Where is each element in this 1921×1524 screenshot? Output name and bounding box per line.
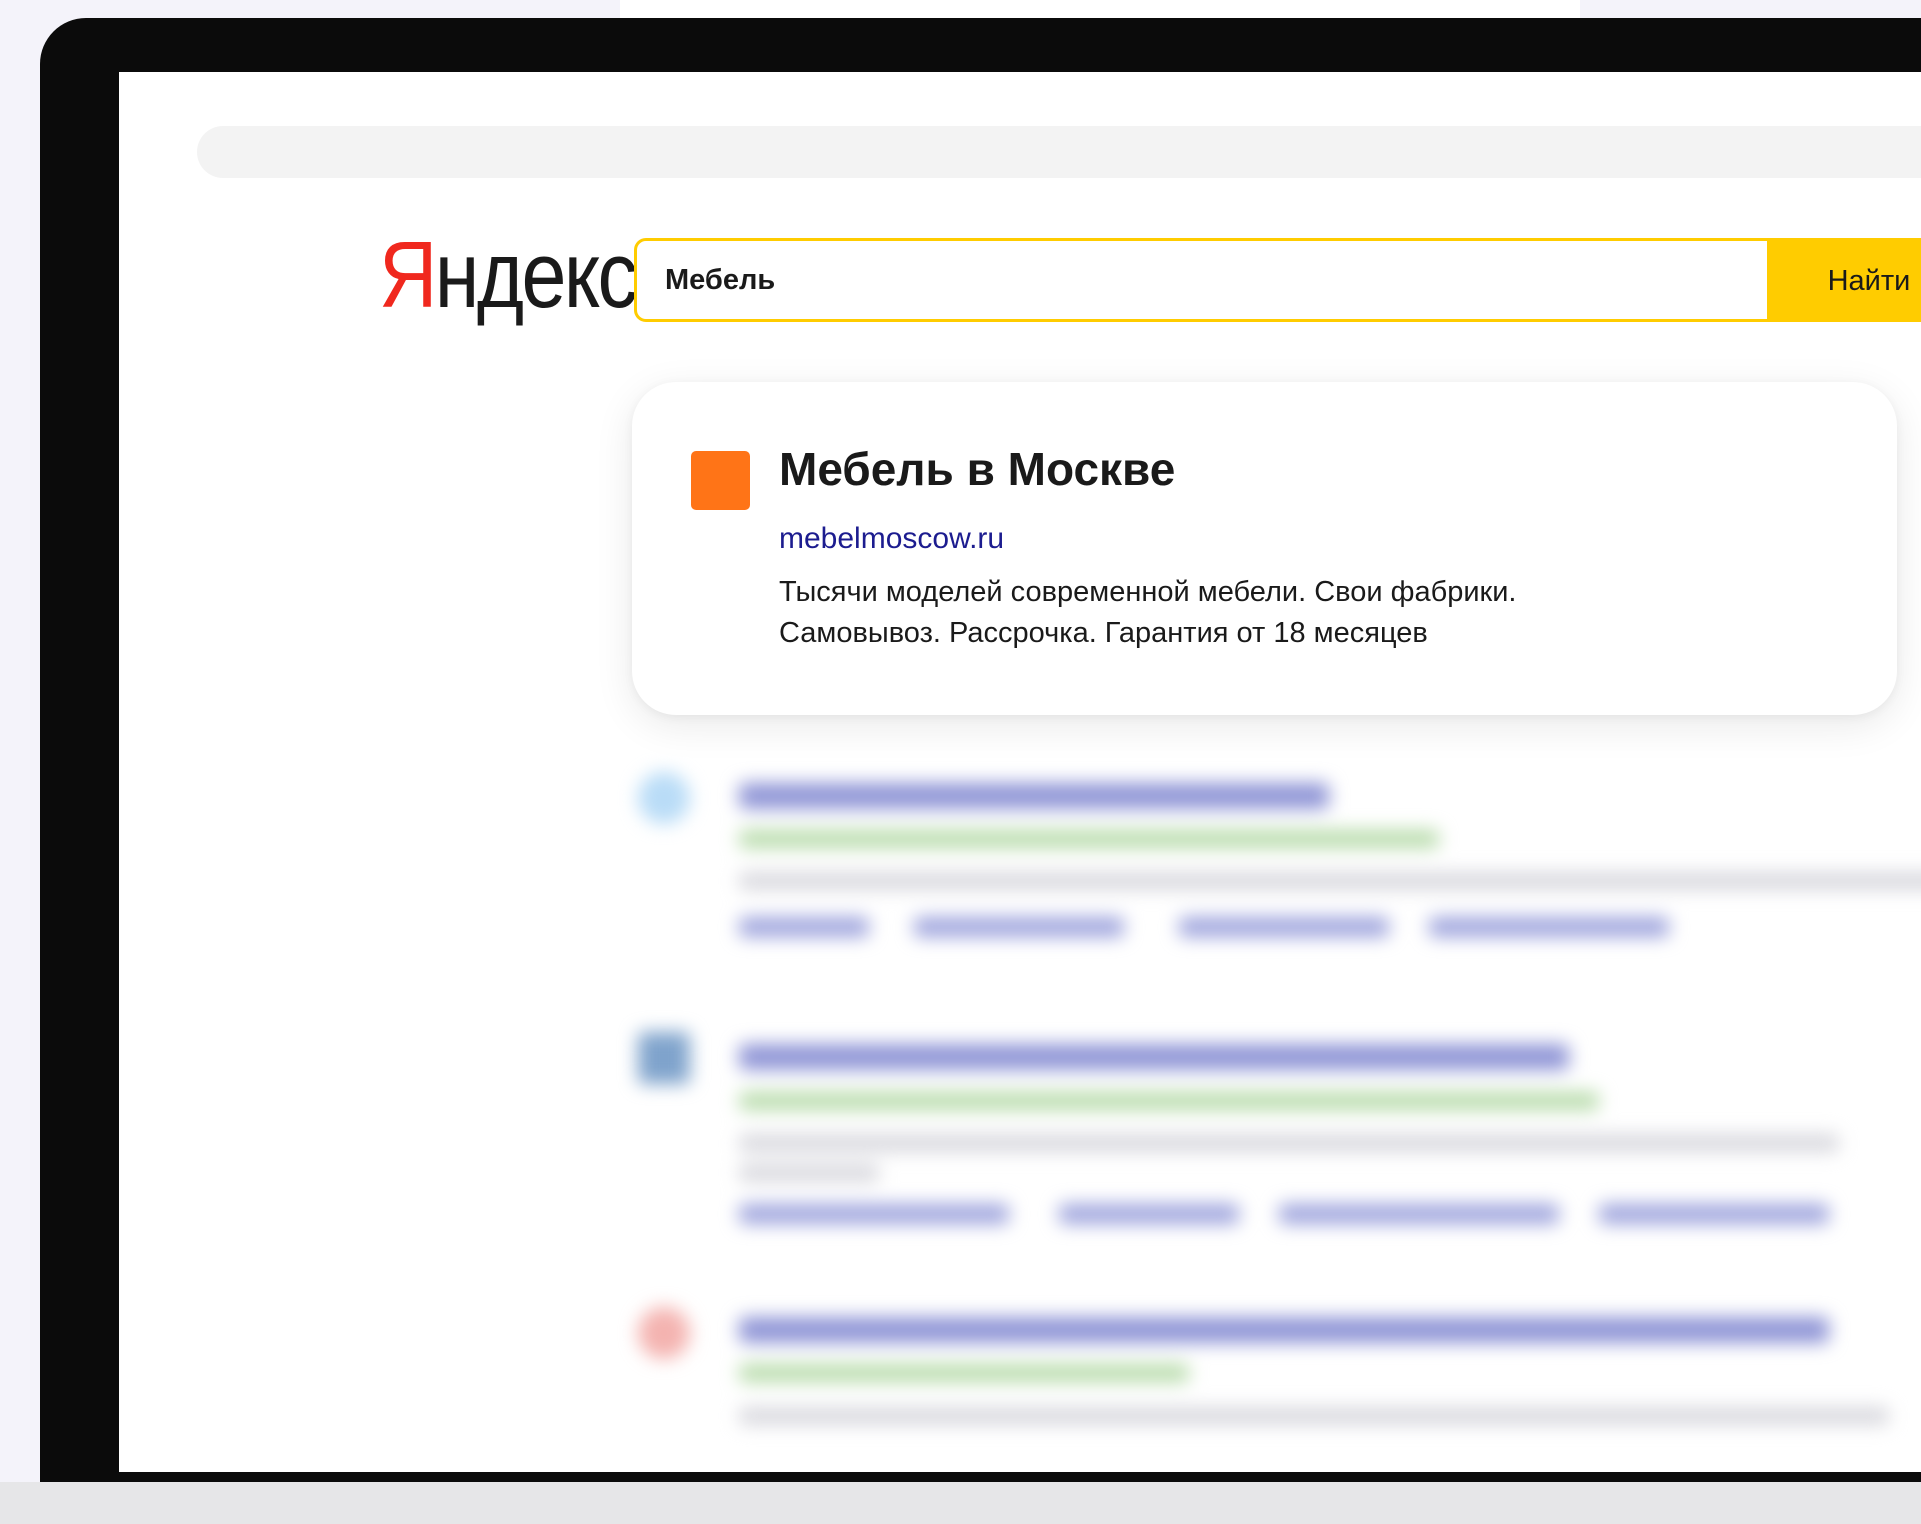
result-sitelinks-placeholder — [1599, 1204, 1829, 1224]
ad-description-line: Самовывоз. Рассрочка. Гарантия от 18 мес… — [779, 617, 1428, 649]
result-favicon-icon — [638, 772, 690, 824]
result-sitelinks-placeholder — [1429, 917, 1669, 937]
ad-title[interactable]: Мебель в Москве — [779, 442, 1175, 496]
result-snippet-placeholder — [739, 1134, 1839, 1152]
ad-description: Тысячи моделей современной мебели. Свои … — [779, 572, 1789, 654]
result-sitelinks-placeholder — [1179, 917, 1389, 937]
result-title-placeholder — [739, 1317, 1829, 1343]
result-sitelinks-placeholder — [914, 917, 1124, 937]
result-title-placeholder — [739, 1044, 1569, 1070]
laptop-frame: Яндекс Найти Мебель в Москве mebelmoscow… — [40, 18, 1921, 1482]
result-title-placeholder — [739, 783, 1329, 809]
result-sitelinks-placeholder — [1059, 1204, 1239, 1224]
ad-description-line: Тысячи моделей современной мебели. Свои … — [779, 576, 1517, 608]
result-url-placeholder — [739, 1364, 1189, 1382]
result-snippet-placeholder — [739, 872, 1921, 890]
result-snippet-placeholder — [739, 1164, 879, 1182]
ad-url-link[interactable]: mebelmoscow.ru — [779, 522, 1004, 556]
result-url-placeholder — [739, 830, 1439, 848]
search-input[interactable] — [637, 241, 1692, 319]
search-form: Найти — [634, 238, 1921, 322]
result-snippet-placeholder — [739, 1407, 1889, 1425]
address-bar[interactable] — [197, 126, 1921, 178]
result-favicon-icon — [638, 1032, 690, 1084]
search-button[interactable]: Найти — [1767, 241, 1921, 319]
browser-screen: Яндекс Найти Мебель в Москве mebelmoscow… — [119, 72, 1921, 1472]
result-sitelinks-placeholder — [1279, 1204, 1559, 1224]
laptop-base — [0, 1482, 1921, 1524]
logo-text: ндекс — [434, 222, 638, 327]
result-url-placeholder — [739, 1092, 1599, 1110]
site-favicon-icon — [691, 451, 750, 510]
yandex-logo[interactable]: Яндекс — [379, 220, 638, 330]
result-sitelinks-placeholder — [739, 917, 869, 937]
ad-result-card[interactable]: Мебель в Москве mebelmoscow.ru Тысячи мо… — [632, 382, 1897, 715]
result-favicon-icon — [638, 1307, 690, 1359]
result-sitelinks-placeholder — [739, 1204, 1009, 1224]
logo-letter: Я — [379, 222, 437, 327]
